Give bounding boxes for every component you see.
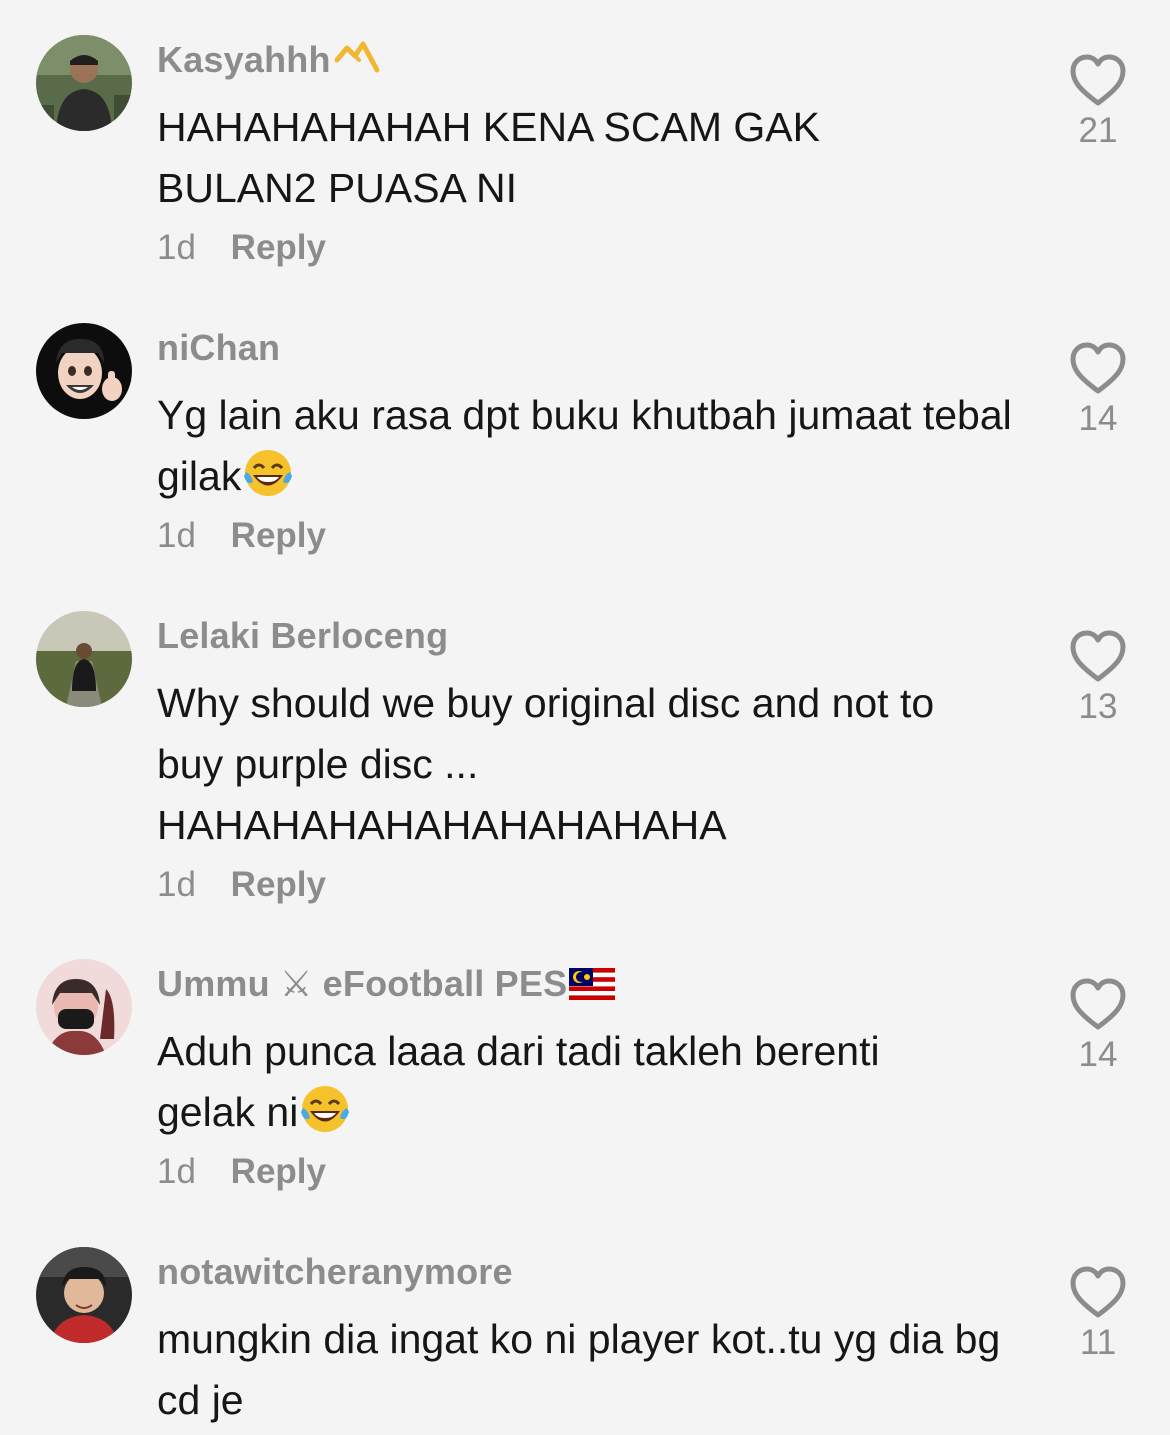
malaysia-flag-icon (569, 967, 616, 1009)
like-count: 14 (1078, 399, 1118, 438)
comment-text-line: buy purple disc ... (157, 741, 479, 787)
comment-username[interactable]: notawitcheranymore (157, 1251, 513, 1293)
avatar[interactable] (36, 959, 132, 1055)
comment-meta: 1d Reply (157, 228, 326, 268)
comment-text: mungkin dia ingat ko ni player kot..tu y… (157, 1316, 1001, 1423)
comment-meta: 1d Reply (157, 1152, 326, 1192)
comment-text-line: HAHAHAHAHAHAHAHAHAHA (157, 802, 727, 848)
like-button[interactable]: 13 (1066, 629, 1130, 727)
comment-username[interactable]: Ummu ⚔ eFootball PES (157, 963, 616, 1009)
comment-text: Yg lain aku rasa dpt buku khutbah jumaat… (157, 392, 1012, 499)
heart-icon (1070, 342, 1126, 394)
comment-time: 1d (157, 1152, 196, 1191)
reply-button[interactable]: Reply (231, 516, 326, 555)
like-button[interactable]: 21 (1066, 53, 1130, 151)
face-with-tears-of-joy-emoji (301, 1086, 350, 1132)
like-count: 21 (1078, 111, 1118, 150)
comment-meta: 1d Reply (157, 516, 326, 556)
comment-list: Kasyahhh HAHAHAHAHAH KENA SCAM GAK BULAN… (0, 0, 1170, 1435)
like-button[interactable]: 11 (1066, 1265, 1130, 1363)
comment-time: 1d (157, 865, 196, 904)
like-count: 14 (1078, 1035, 1118, 1074)
avatar[interactable] (36, 35, 132, 131)
comment-time: 1d (157, 228, 196, 267)
comment-time: 1d (157, 516, 196, 555)
reply-button[interactable]: Reply (231, 228, 326, 267)
heart-icon (1070, 978, 1126, 1030)
comment-text: Aduh punca laaa dari tadi takleh berenti… (157, 1028, 880, 1135)
comment-username[interactable]: Kasyahhh (157, 39, 381, 85)
reply-button[interactable]: Reply (231, 1152, 326, 1191)
comment-text-line: Why should we buy original disc and not … (157, 680, 935, 726)
avatar[interactable] (36, 323, 132, 419)
like-count: 13 (1078, 687, 1118, 726)
like-count: 11 (1079, 1323, 1117, 1362)
face-with-tears-of-joy-emoji (244, 450, 293, 496)
comment-meta: 1d Reply (157, 865, 326, 905)
crown-scribble-icon (333, 40, 381, 85)
comment-username[interactable]: Lelaki Berloceng (157, 615, 448, 657)
like-button[interactable]: 14 (1066, 341, 1130, 439)
heart-icon (1070, 1266, 1126, 1318)
reply-button[interactable]: Reply (231, 865, 326, 904)
comment-username[interactable]: niChan (157, 327, 280, 369)
heart-icon (1070, 54, 1126, 106)
avatar[interactable] (36, 611, 132, 707)
comment-text: HAHAHAHAHAH KENA SCAM GAK BULAN2 PUASA N… (157, 104, 820, 211)
comment-text: Why should we buy original disc and not … (157, 673, 1037, 856)
like-button[interactable]: 14 (1066, 977, 1130, 1075)
avatar[interactable] (36, 1247, 132, 1343)
heart-icon (1070, 630, 1126, 682)
